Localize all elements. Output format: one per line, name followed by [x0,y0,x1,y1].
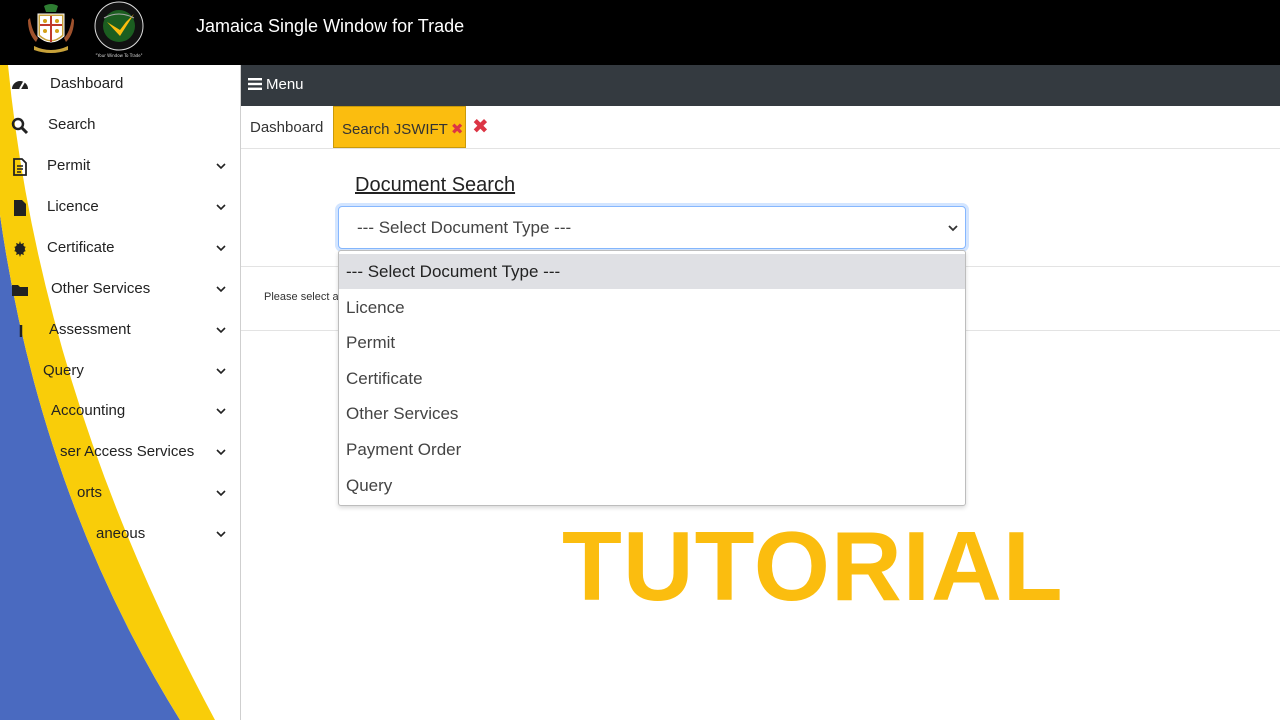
search-icon [11,117,29,135]
tab-search-jswift[interactable]: Search JSWIFT ✖ [333,106,466,148]
tab-label: Search JSWIFT [342,121,448,138]
tutorial-overlay-text: TUTORIAL [562,511,1064,621]
sidebar-item-accounting[interactable]: Accounting [0,392,240,432]
tab-dashboard[interactable]: Dashboard [244,106,332,148]
sidebar: Dashboard Search Permit Licence Certific… [0,65,241,720]
sidebar-item-reports[interactable]: orts [0,474,240,514]
dropdown-option[interactable]: Licence [339,290,965,325]
sidebar-item-label: Assessment [49,321,131,338]
sidebar-item-label: ser Access Services [60,443,195,460]
sidebar-item-dashboard[interactable]: Dashboard [0,65,240,105]
close-all-tabs-icon[interactable]: ✖ [472,117,492,137]
jswift-logo: "Your Window To Trade" [94,1,144,58]
chevron-down-icon [216,531,226,538]
menu-toggle-button[interactable]: Menu [248,76,304,93]
sidebar-item-query[interactable]: Query [0,352,240,392]
document-type-dropdown: --- Select Document Type --- Licence Per… [338,250,966,506]
hamburger-icon [248,78,262,90]
sidebar-item-certificate[interactable]: Certificate [0,229,240,269]
sidebar-item-label: Other Services [51,280,151,297]
sidebar-item-label: Dashboard [50,75,124,92]
coat-of-arms-logo [28,4,74,53]
sidebar-item-permit[interactable]: Permit [0,147,240,187]
sidebar-item-label: Licence [47,198,99,215]
sidebar-item-label: Accounting [51,402,126,419]
chevron-down-icon [216,163,226,170]
dropdown-option[interactable]: Payment Order [339,432,965,467]
sidebar-item-label: Permit [47,157,91,174]
sidebar-item-assessment[interactable]: Assessment [0,311,240,351]
select-value: --- Select Document Type --- [357,218,572,237]
chevron-down-icon [216,204,226,211]
sidebar-item-user-access-services[interactable]: ser Access Services [0,433,240,473]
top-bar: "Your Window To Trade" Jamaica Single Wi… [0,0,1280,65]
chevron-down-icon [216,286,226,293]
folder-icon [12,285,28,296]
sidebar-item-other-services[interactable]: Other Services [0,270,240,310]
chevron-down-icon [216,245,226,252]
sidebar-item-miscellaneous[interactable]: aneous [0,515,240,555]
chevron-down-icon [216,408,226,415]
sidebar-item-label: aneous [96,525,146,542]
document-type-select[interactable]: --- Select Document Type --- [338,206,966,249]
dashboard-icon [12,81,28,90]
app-title: Jamaica Single Window for Trade [196,16,465,36]
svg-text:"Your Window To Trade": "Your Window To Trade" [96,53,143,58]
sidebar-item-label: Certificate [47,239,115,256]
menu-label: Menu [266,76,304,93]
dropdown-option[interactable]: --- Select Document Type --- [339,254,965,289]
sidebar-item-label: orts [77,484,103,501]
chevron-down-icon [948,225,958,232]
file-icon [14,200,26,216]
document-icon [13,158,27,176]
close-tab-icon[interactable]: ✖ [451,121,464,138]
chevron-down-icon [216,368,226,375]
page-title: Document Search [355,174,516,196]
sidebar-item-label: Search [48,116,96,133]
chevron-down-icon [216,490,226,497]
chevron-down-icon [216,449,226,456]
hint-text: Please select a [264,291,339,303]
chevron-down-icon [216,327,226,334]
sidebar-item-licence[interactable]: Licence [0,188,240,228]
dropdown-option[interactable]: Certificate [339,361,965,396]
dropdown-option[interactable]: Query [339,468,965,503]
assessment-icon [19,325,23,337]
dropdown-option[interactable]: Permit [339,325,965,360]
certificate-icon [14,241,26,257]
sidebar-item-label: Query [43,362,84,379]
sidebar-item-search[interactable]: Search [0,106,240,146]
menu-bar [241,65,1280,106]
dropdown-option[interactable]: Other Services [339,396,965,431]
